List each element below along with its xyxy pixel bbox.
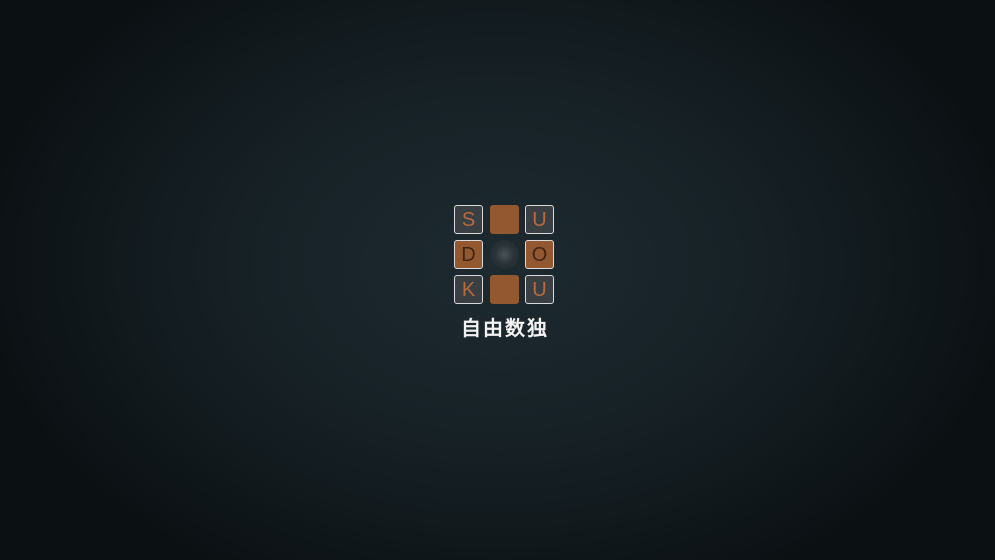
logo-tile-k: K: [454, 275, 483, 304]
logo-tile-u-top: U: [525, 205, 554, 234]
logo-center-glow: [490, 240, 519, 269]
logo-tile-block-bottom: [490, 275, 519, 304]
sudoku-logo: S U D O K U: [454, 205, 555, 305]
logo-tile-s: S: [454, 205, 483, 234]
logo-tile-o: O: [525, 240, 554, 269]
logo-tile-d: D: [454, 240, 483, 269]
logo-tile-u-bottom: U: [525, 275, 554, 304]
logo-tile-block-top: [490, 205, 519, 234]
app-subtitle: 自由数独: [461, 316, 549, 340]
splash-screen: S U D O K U 自由数独: [0, 0, 995, 560]
